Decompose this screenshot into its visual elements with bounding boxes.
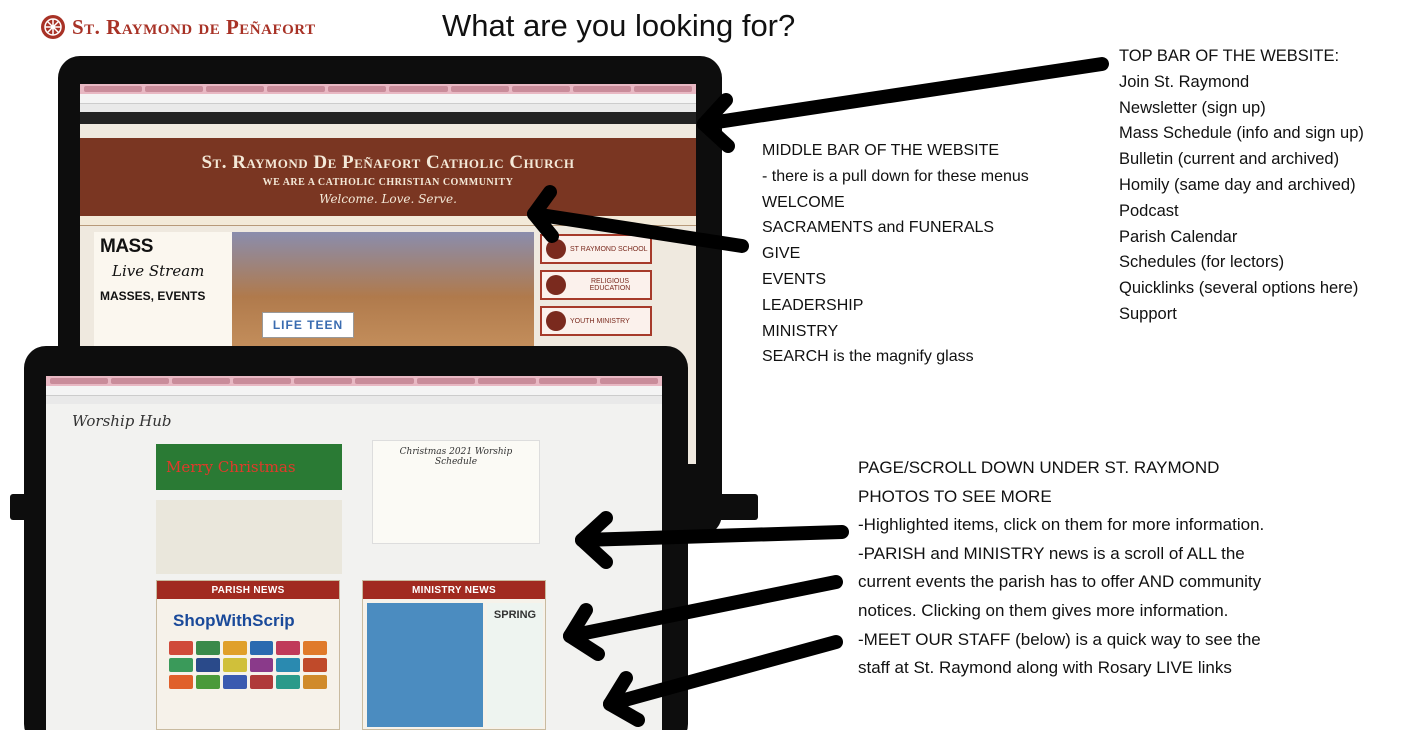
scroll-item: -PARISH and MINISTRY news is a scroll of… xyxy=(858,543,1245,563)
browser-bookmarks-bar xyxy=(46,396,662,404)
mass-livestream-panel: MASS Live Stream MASSES, EVENTS xyxy=(94,232,232,356)
top-bar-item: Newsletter (sign up) xyxy=(1119,98,1266,117)
scroll-heading: PAGE/SCROLL DOWN UNDER ST. RAYMOND xyxy=(858,458,1220,477)
christmas-schedule-card: Christmas 2021 Worship Schedule xyxy=(372,440,540,544)
live-stream-label: Live Stream xyxy=(112,262,205,280)
browser-tab-strip xyxy=(46,376,662,386)
religious-education-button: RELIGIOUS EDUCATION xyxy=(540,270,652,300)
top-bar-item: Join St. Raymond xyxy=(1119,72,1250,91)
top-bar-heading: TOP BAR OF THE WEBSITE: xyxy=(1119,47,1340,65)
parish-news-column: PARISH NEWS ShopWithScrip xyxy=(156,580,340,730)
worship-hub-label: Worship Hub xyxy=(72,412,172,430)
scroll-item: -MEET OUR STAFF (below) is a quick way t… xyxy=(858,629,1261,649)
website-screenshot-bottom: Worship Hub Merry Christmas Christmas 20… xyxy=(46,376,662,730)
top-bar-item: Mass Schedule (info and sign up) xyxy=(1119,124,1364,143)
life-teen-logo: LIFE TEEN xyxy=(262,312,354,338)
website-banner: St. Raymond De Peñafort Catholic Church … xyxy=(80,138,696,216)
arrow-top-bar xyxy=(697,57,1109,131)
top-bar-item: Podcast xyxy=(1119,201,1179,220)
middle-bar-item: EVENTS xyxy=(762,270,827,288)
scroll-item: current events the parish has to offer A… xyxy=(858,572,1262,592)
top-bar-item: Schedules (for lectors) xyxy=(1119,253,1285,272)
top-bar-item: Quicklinks (several options here) xyxy=(1119,279,1359,298)
browser-address-bar xyxy=(80,94,696,104)
browser-tab-strip xyxy=(80,84,696,94)
scroll-heading: PHOTOS TO SEE MORE xyxy=(858,486,1052,506)
middle-bar-item: SEARCH is the magnify glass xyxy=(762,348,974,366)
middle-bar-item: WELCOME xyxy=(762,193,845,211)
middle-bar-item: SACRAMENTS and FUNERALS xyxy=(762,219,995,237)
parish-seal-icon xyxy=(41,15,65,39)
banner-title: St. Raymond De Peñafort Catholic Church xyxy=(201,152,575,173)
school-button: ST RAYMOND SCHOOL xyxy=(540,234,652,264)
masses-events-label: MASSES, EVENTS xyxy=(100,289,206,303)
middle-bar-item: - there is a pull down for these menus xyxy=(762,167,1029,185)
website-top-bar xyxy=(80,112,696,124)
scroll-item: -Highlighted items, click on them for mo… xyxy=(858,515,1265,535)
mass-title: MASS xyxy=(100,236,153,257)
merry-christmas-card: Merry Christmas xyxy=(156,444,342,490)
schedule-title: Christmas 2021 Worship Schedule xyxy=(399,447,513,467)
top-bar-notes: TOP BAR OF THE WEBSITE: Join St. Raymond… xyxy=(1119,44,1364,328)
gift-card-grid xyxy=(169,641,327,689)
middle-bar-item: MINISTRY xyxy=(762,322,839,340)
ministry-news-image xyxy=(367,603,483,727)
banner-motto: Welcome. Love. Serve. xyxy=(319,192,457,206)
brand-logo: St. Raymond de Peñafort xyxy=(40,14,316,40)
banner-subtitle: WE ARE A CATHOLIC CHRISTIAN COMMUNITY xyxy=(262,177,514,188)
top-bar-item: Support xyxy=(1119,304,1177,323)
spring-flyer: SPRING xyxy=(487,603,543,727)
scroll-item: staff at St. Raymond along with Rosary L… xyxy=(858,658,1232,678)
top-bar-item: Bulletin (current and archived) xyxy=(1119,150,1340,169)
middle-bar-item: GIVE xyxy=(762,245,801,263)
browser-address-bar xyxy=(46,386,662,396)
middle-bar-item: LEADERSHIP xyxy=(762,296,864,314)
brand-name: St. Raymond de Peñafort xyxy=(72,14,316,39)
scroll-item: notices. Clicking on them gives more inf… xyxy=(858,600,1229,620)
shop-with-scrip-logo: ShopWithScrip xyxy=(173,611,295,630)
ministry-news-header: MINISTRY NEWS xyxy=(363,581,545,599)
youth-ministry-button: YOUTH MINISTRY xyxy=(540,306,652,336)
page-title: What are you looking for? xyxy=(442,8,796,43)
website-middle-bar xyxy=(80,216,696,226)
advent-greeting-card xyxy=(156,500,342,574)
top-bar-item: Homily (same day and archived) xyxy=(1119,175,1356,194)
top-bar-item: Parish Calendar xyxy=(1119,227,1238,246)
browser-bookmarks-bar xyxy=(80,104,696,112)
parish-news-header: PARISH NEWS xyxy=(157,581,339,599)
ministry-news-column: MINISTRY NEWS SPRING xyxy=(362,580,546,730)
scroll-down-notes: PAGE/SCROLL DOWN UNDER ST. RAYMOND PHOTO… xyxy=(858,454,1264,683)
middle-bar-notes: MIDDLE BAR OF THE WEBSITE - there is a p… xyxy=(762,138,1029,370)
middle-bar-heading: MIDDLE BAR OF THE WEBSITE xyxy=(762,142,1000,159)
